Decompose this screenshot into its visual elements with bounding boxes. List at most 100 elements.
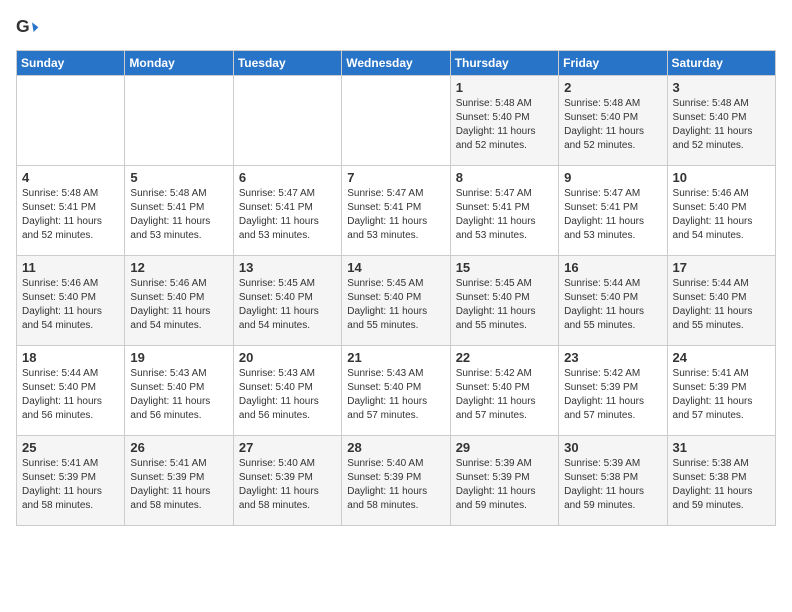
calendar-cell: 29 Sunrise: 5:39 AM Sunset: 5:39 PM Dayli…: [450, 436, 558, 526]
cell-details: Sunrise: 5:43 AM Sunset: 5:40 PM Dayligh…: [347, 367, 444, 423]
cell-details: Sunrise: 5:44 AM Sunset: 5:40 PM Dayligh…: [673, 277, 770, 333]
day-number: 17: [673, 260, 770, 275]
day-number: 24: [673, 350, 770, 365]
day-number: 31: [673, 440, 770, 455]
day-number: 5: [130, 170, 227, 185]
day-number: 11: [22, 260, 119, 275]
day-number: 1: [456, 80, 553, 95]
cell-details: Sunrise: 5:47 AM Sunset: 5:41 PM Dayligh…: [347, 187, 444, 243]
cell-details: Sunrise: 5:44 AM Sunset: 5:40 PM Dayligh…: [564, 277, 661, 333]
day-number: 30: [564, 440, 661, 455]
calendar-cell: 17 Sunrise: 5:44 AM Sunset: 5:40 PM Dayli…: [667, 256, 775, 346]
calendar-cell: 18 Sunrise: 5:44 AM Sunset: 5:40 PM Dayli…: [17, 346, 125, 436]
calendar-cell: 7Sunrise: 5:47 AM Sunset: 5:41 PM Daylig…: [342, 166, 450, 256]
calendar-cell: [342, 76, 450, 166]
cell-details: Sunrise: 5:47 AM Sunset: 5:41 PM Dayligh…: [456, 187, 553, 243]
day-number: 6: [239, 170, 336, 185]
cell-details: Sunrise: 5:48 AM Sunset: 5:41 PM Dayligh…: [130, 187, 227, 243]
calendar-cell: 13 Sunrise: 5:45 AM Sunset: 5:40 PM Dayli…: [233, 256, 341, 346]
logo: G: [16, 16, 44, 40]
calendar-cell: 21 Sunrise: 5:43 AM Sunset: 5:40 PM Dayli…: [342, 346, 450, 436]
header-cell-tuesday: Tuesday: [233, 51, 341, 76]
day-number: 28: [347, 440, 444, 455]
day-number: 20: [239, 350, 336, 365]
calendar-cell: 23 Sunrise: 5:42 AM Sunset: 5:39 PM Dayli…: [559, 346, 667, 436]
calendar-table: SundayMondayTuesdayWednesdayThursdayFrid…: [16, 50, 776, 526]
calendar-cell: 12Sunrise: 5:46 AM Sunset: 5:40 PM Dayli…: [125, 256, 233, 346]
cell-details: Sunrise: 5:42 AM Sunset: 5:39 PM Dayligh…: [564, 367, 661, 423]
calendar-cell: 4Sunrise: 5:48 AM Sunset: 5:41 PM Daylig…: [17, 166, 125, 256]
cell-details: Sunrise: 5:40 AM Sunset: 5:39 PM Dayligh…: [239, 457, 336, 513]
day-number: 12: [130, 260, 227, 275]
cell-details: Sunrise: 5:48 AM Sunset: 5:40 PM Dayligh…: [456, 97, 553, 153]
calendar-cell: 26Sunrise: 5:41 AM Sunset: 5:39 PM Dayli…: [125, 436, 233, 526]
calendar-cell: 11 Sunrise: 5:46 AM Sunset: 5:40 PM Dayli…: [17, 256, 125, 346]
header-cell-thursday: Thursday: [450, 51, 558, 76]
calendar-cell: 31 Sunrise: 5:38 AM Sunset: 5:38 PM Dayli…: [667, 436, 775, 526]
calendar-cell: 3 Sunrise: 5:48 AM Sunset: 5:40 PM Daylig…: [667, 76, 775, 166]
day-number: 23: [564, 350, 661, 365]
day-number: 27: [239, 440, 336, 455]
cell-details: Sunrise: 5:48 AM Sunset: 5:40 PM Dayligh…: [673, 97, 770, 153]
calendar-cell: 28Sunrise: 5:40 AM Sunset: 5:39 PM Dayli…: [342, 436, 450, 526]
calendar-cell: 14Sunrise: 5:45 AM Sunset: 5:40 PM Dayli…: [342, 256, 450, 346]
cell-details: Sunrise: 5:42 AM Sunset: 5:40 PM Dayligh…: [456, 367, 553, 423]
cell-details: Sunrise: 5:48 AM Sunset: 5:40 PM Dayligh…: [564, 97, 661, 153]
calendar-cell: 16 Sunrise: 5:44 AM Sunset: 5:40 PM Dayli…: [559, 256, 667, 346]
week-row-5: 25 Sunrise: 5:41 AM Sunset: 5:39 PM Dayli…: [17, 436, 776, 526]
day-number: 9: [564, 170, 661, 185]
day-number: 2: [564, 80, 661, 95]
cell-details: Sunrise: 5:45 AM Sunset: 5:40 PM Dayligh…: [456, 277, 553, 333]
cell-details: Sunrise: 5:41 AM Sunset: 5:39 PM Dayligh…: [22, 457, 119, 513]
cell-details: Sunrise: 5:48 AM Sunset: 5:41 PM Dayligh…: [22, 187, 119, 243]
day-number: 18: [22, 350, 119, 365]
calendar-cell: 30 Sunrise: 5:39 AM Sunset: 5:38 PM Dayli…: [559, 436, 667, 526]
calendar-cell: 22Sunrise: 5:42 AM Sunset: 5:40 PM Dayli…: [450, 346, 558, 436]
logo-icon: G: [16, 16, 40, 40]
day-number: 10: [673, 170, 770, 185]
calendar-cell: 5 Sunrise: 5:48 AM Sunset: 5:41 PM Daylig…: [125, 166, 233, 256]
week-row-4: 18 Sunrise: 5:44 AM Sunset: 5:40 PM Dayli…: [17, 346, 776, 436]
header-cell-friday: Friday: [559, 51, 667, 76]
day-number: 15: [456, 260, 553, 275]
cell-details: Sunrise: 5:45 AM Sunset: 5:40 PM Dayligh…: [239, 277, 336, 333]
calendar-cell: 8Sunrise: 5:47 AM Sunset: 5:41 PM Daylig…: [450, 166, 558, 256]
calendar-cell: 10 Sunrise: 5:46 AM Sunset: 5:40 PM Dayli…: [667, 166, 775, 256]
header-cell-saturday: Saturday: [667, 51, 775, 76]
calendar-cell: 2 Sunrise: 5:48 AM Sunset: 5:40 PM Daylig…: [559, 76, 667, 166]
cell-details: Sunrise: 5:39 AM Sunset: 5:39 PM Dayligh…: [456, 457, 553, 513]
calendar-cell: 19 Sunrise: 5:43 AM Sunset: 5:40 PM Dayli…: [125, 346, 233, 436]
calendar-cell: [125, 76, 233, 166]
cell-details: Sunrise: 5:44 AM Sunset: 5:40 PM Dayligh…: [22, 367, 119, 423]
cell-details: Sunrise: 5:39 AM Sunset: 5:38 PM Dayligh…: [564, 457, 661, 513]
cell-details: Sunrise: 5:41 AM Sunset: 5:39 PM Dayligh…: [673, 367, 770, 423]
day-number: 3: [673, 80, 770, 95]
calendar-cell: 15 Sunrise: 5:45 AM Sunset: 5:40 PM Dayli…: [450, 256, 558, 346]
day-number: 19: [130, 350, 227, 365]
week-row-2: 4Sunrise: 5:48 AM Sunset: 5:41 PM Daylig…: [17, 166, 776, 256]
day-number: 26: [130, 440, 227, 455]
day-number: 13: [239, 260, 336, 275]
week-row-1: 1 Sunrise: 5:48 AM Sunset: 5:40 PM Daylig…: [17, 76, 776, 166]
cell-details: Sunrise: 5:43 AM Sunset: 5:40 PM Dayligh…: [239, 367, 336, 423]
calendar-cell: 25 Sunrise: 5:41 AM Sunset: 5:39 PM Dayli…: [17, 436, 125, 526]
cell-details: Sunrise: 5:46 AM Sunset: 5:40 PM Dayligh…: [22, 277, 119, 333]
cell-details: Sunrise: 5:38 AM Sunset: 5:38 PM Dayligh…: [673, 457, 770, 513]
header-cell-monday: Monday: [125, 51, 233, 76]
day-number: 14: [347, 260, 444, 275]
header-cell-sunday: Sunday: [17, 51, 125, 76]
cell-details: Sunrise: 5:43 AM Sunset: 5:40 PM Dayligh…: [130, 367, 227, 423]
calendar-cell: 1 Sunrise: 5:48 AM Sunset: 5:40 PM Daylig…: [450, 76, 558, 166]
calendar-body: 1 Sunrise: 5:48 AM Sunset: 5:40 PM Daylig…: [17, 76, 776, 526]
header: G: [16, 16, 776, 40]
cell-details: Sunrise: 5:46 AM Sunset: 5:40 PM Dayligh…: [673, 187, 770, 243]
calendar-cell: 24 Sunrise: 5:41 AM Sunset: 5:39 PM Dayli…: [667, 346, 775, 436]
day-number: 29: [456, 440, 553, 455]
day-number: 16: [564, 260, 661, 275]
calendar-cell: 20 Sunrise: 5:43 AM Sunset: 5:40 PM Dayli…: [233, 346, 341, 436]
header-cell-wednesday: Wednesday: [342, 51, 450, 76]
day-number: 25: [22, 440, 119, 455]
day-number: 21: [347, 350, 444, 365]
header-row: SundayMondayTuesdayWednesdayThursdayFrid…: [17, 51, 776, 76]
calendar-header: SundayMondayTuesdayWednesdayThursdayFrid…: [17, 51, 776, 76]
